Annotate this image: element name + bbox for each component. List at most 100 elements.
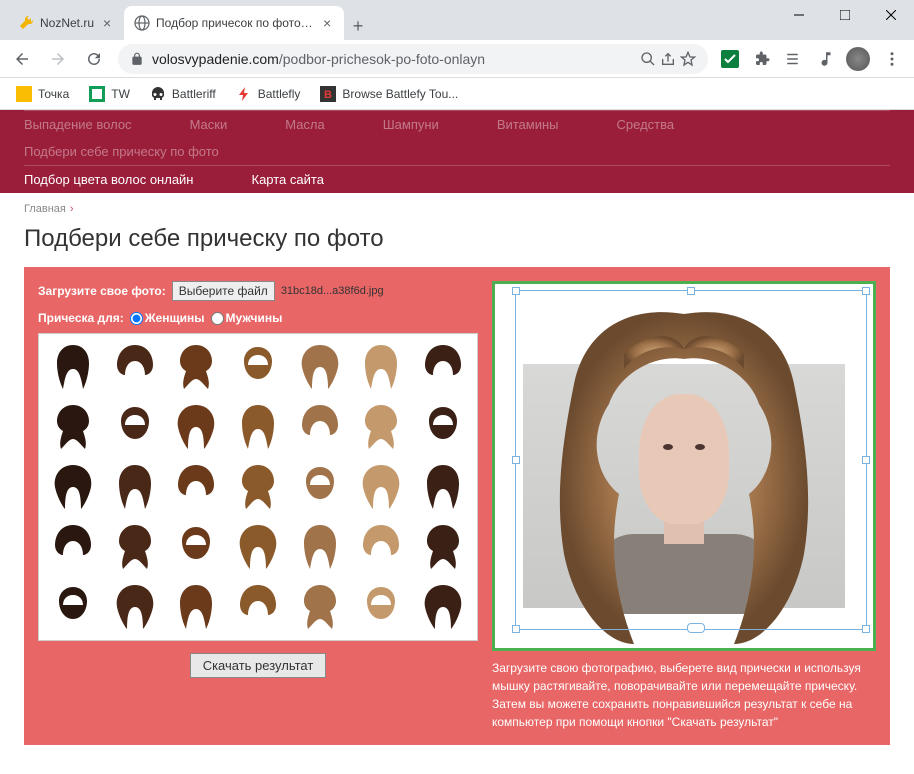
hairstyle-thumbnail[interactable] <box>413 398 473 456</box>
hairstyle-thumbnail[interactable] <box>43 578 103 636</box>
bookmarks-bar: Точка TW Battleriff Battlefly BBrowse Ba… <box>0 78 914 110</box>
selection-handles[interactable] <box>515 290 867 630</box>
address-bar[interactable]: volosvypadenie.com/podbor-prichesok-po-f… <box>118 44 708 74</box>
hairstyle-thumbnail[interactable] <box>290 518 350 576</box>
hairstyle-thumbnail[interactable] <box>290 458 350 516</box>
hairstyle-thumbnail[interactable] <box>166 398 226 456</box>
bookmark-battlefly[interactable]: Battlefly <box>228 82 309 106</box>
hairstyle-thumbnail[interactable] <box>105 578 165 636</box>
handle-br[interactable] <box>862 625 870 633</box>
hairstyle-thumbnail[interactable] <box>290 578 350 636</box>
forward-button[interactable] <box>42 43 74 75</box>
hairstyle-thumbnail[interactable] <box>105 458 165 516</box>
bookmark-battlefytou[interactable]: BBrowse Battlefy Tou... <box>312 82 466 106</box>
choose-file-button[interactable]: Выберите файл <box>172 281 275 301</box>
hairstyle-thumbnail[interactable] <box>228 458 288 516</box>
profile-avatar[interactable] <box>844 45 872 73</box>
nav-item[interactable]: Выпадение волос <box>24 111 150 138</box>
minimize-button[interactable] <box>776 0 822 30</box>
handle-bm[interactable] <box>687 623 705 633</box>
nav-item[interactable]: Карта сайта <box>252 166 342 193</box>
close-icon[interactable]: × <box>320 16 334 30</box>
site-header: Выпадение волос Маски Масла Шампуни Вита… <box>0 110 914 193</box>
tab-podbor[interactable]: Подбор причесок по фото онла × <box>124 6 344 40</box>
extension-music-icon[interactable] <box>812 45 840 73</box>
hairstyle-thumbnail[interactable] <box>352 578 412 636</box>
hairstyle-thumbnail[interactable] <box>228 398 288 456</box>
hairstyle-thumbnail[interactable] <box>290 398 350 456</box>
nav-item[interactable]: Средства <box>617 111 693 138</box>
back-button[interactable] <box>6 43 38 75</box>
extension-check-icon[interactable] <box>716 45 744 73</box>
upload-label: Загрузите свое фото: <box>38 284 166 298</box>
maximize-button[interactable] <box>822 0 868 30</box>
hairstyle-thumbnail[interactable] <box>352 458 412 516</box>
radio-female[interactable] <box>130 312 143 325</box>
hairstyle-thumbnail[interactable] <box>352 338 412 396</box>
handle-bl[interactable] <box>512 625 520 633</box>
hairstyle-thumbnail[interactable] <box>43 518 103 576</box>
left-column: Загрузите свое фото: Выберите файл 31bc1… <box>38 281 478 731</box>
globe-icon <box>134 15 150 31</box>
tab-noznet[interactable]: NozNet.ru × <box>8 6 124 40</box>
handle-ml[interactable] <box>512 456 520 464</box>
hairstyle-thumbnail[interactable] <box>166 458 226 516</box>
radio-male[interactable] <box>211 312 224 325</box>
bookmark-tw[interactable]: TW <box>81 82 138 106</box>
hairstyle-thumbnail[interactable] <box>413 518 473 576</box>
hairstyle-thumbnail[interactable] <box>166 338 226 396</box>
close-icon[interactable]: × <box>100 16 114 30</box>
hairstyle-thumbnail[interactable] <box>228 578 288 636</box>
upload-row: Загрузите свое фото: Выберите файл 31bc1… <box>38 281 478 301</box>
nav-item[interactable]: Подбери себе прическу по фото <box>24 138 237 165</box>
breadcrumb-home[interactable]: Главная <box>24 203 66 215</box>
search-icon[interactable] <box>640 51 656 67</box>
nav-item[interactable]: Маски <box>190 111 246 138</box>
handle-mr[interactable] <box>862 456 870 464</box>
female-label: Женщины <box>145 311 205 325</box>
chevron-right-icon: › <box>70 203 74 215</box>
hairstyle-thumbnail[interactable] <box>290 338 350 396</box>
hairstyle-thumbnail[interactable] <box>228 338 288 396</box>
hairstyle-thumbnail[interactable] <box>166 578 226 636</box>
nav-item[interactable]: Подбор цвета волос онлайн <box>24 166 212 193</box>
bookmark-battleriff[interactable]: Battleriff <box>142 82 224 106</box>
preview-box[interactable] <box>492 281 876 651</box>
hairstyle-thumbnail[interactable] <box>43 458 103 516</box>
nav-item[interactable]: Масла <box>285 111 343 138</box>
hairstyle-thumbnail[interactable] <box>166 518 226 576</box>
nav-item[interactable]: Витамины <box>497 111 577 138</box>
hairstyle-thumbnail[interactable] <box>105 518 165 576</box>
site-nav: Выпадение волос Маски Масла Шампуни Вита… <box>24 110 890 165</box>
nav-item[interactable]: Шампуни <box>383 111 457 138</box>
hairstyle-thumbnail[interactable] <box>105 398 165 456</box>
hairstyle-thumbnail[interactable] <box>413 578 473 636</box>
handle-tr[interactable] <box>862 287 870 295</box>
close-window-button[interactable] <box>868 0 914 30</box>
share-icon[interactable] <box>660 51 676 67</box>
hairstyle-thumbnail[interactable] <box>105 338 165 396</box>
hairstyle-thumbnail[interactable] <box>228 518 288 576</box>
handle-tm[interactable] <box>687 287 695 295</box>
hairstyle-thumbnail[interactable] <box>413 458 473 516</box>
hairstyle-thumbnail[interactable] <box>352 518 412 576</box>
extension-list-icon[interactable] <box>780 45 808 73</box>
male-label: Мужчины <box>226 311 283 325</box>
reload-button[interactable] <box>78 43 110 75</box>
hairstyle-thumbnail[interactable] <box>43 338 103 396</box>
star-icon[interactable] <box>680 51 696 67</box>
hairstyle-thumbnail[interactable] <box>43 398 103 456</box>
hairstyle-thumbnail[interactable] <box>413 338 473 396</box>
page-content: Выпадение волос Маски Масла Шампуни Вита… <box>0 110 914 774</box>
handle-tl[interactable] <box>512 287 520 295</box>
filename-text: 31bc18d...a38f6d.jpg <box>281 285 384 297</box>
window-controls <box>776 0 914 40</box>
menu-button[interactable] <box>876 43 908 75</box>
gender-label: Прическа для: <box>38 311 124 325</box>
bookmark-tochka[interactable]: Точка <box>8 82 77 106</box>
hairstyle-gallery[interactable] <box>38 333 478 641</box>
hairstyle-thumbnail[interactable] <box>352 398 412 456</box>
extension-puzzle-icon[interactable] <box>748 45 776 73</box>
download-button[interactable]: Скачать результат <box>190 653 327 678</box>
new-tab-button[interactable]: + <box>344 12 372 40</box>
